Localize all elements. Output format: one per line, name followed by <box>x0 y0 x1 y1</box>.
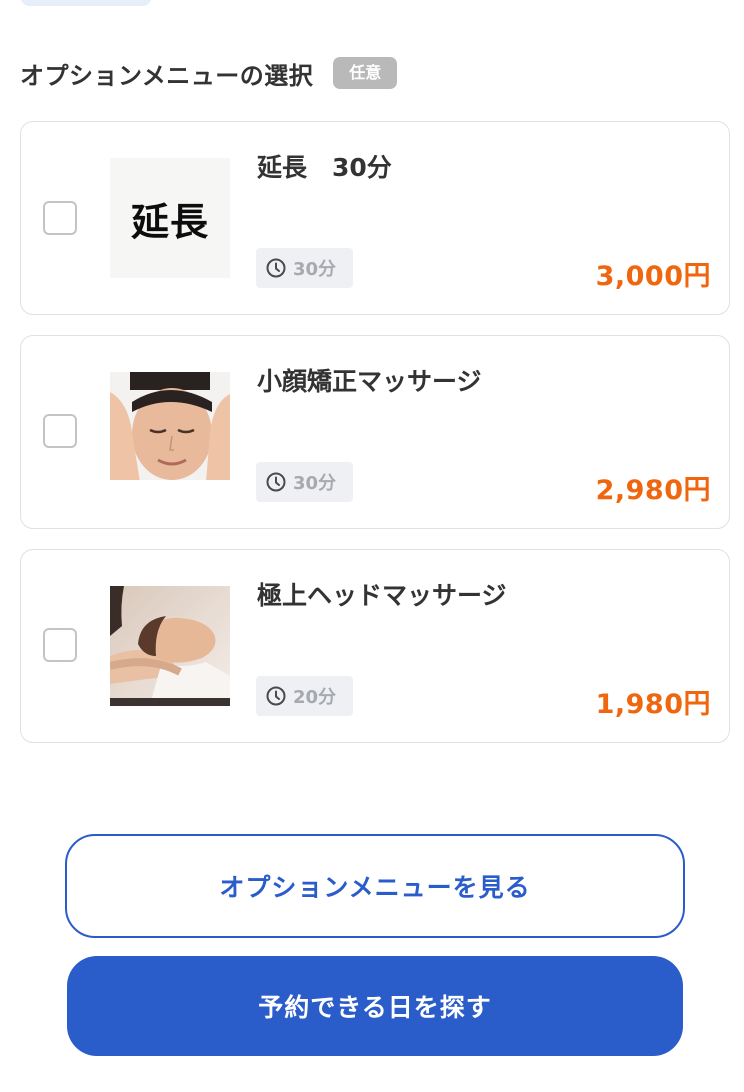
duration-tag: 30分 <box>256 462 353 502</box>
duration-text: 30分 <box>293 259 337 280</box>
face-massage-photo <box>110 372 230 492</box>
duration-text: 30分 <box>293 473 337 494</box>
option-name: 延長 30分 <box>257 153 392 182</box>
head-massage-photo <box>110 586 230 706</box>
option-checkbox[interactable] <box>43 201 77 235</box>
clock-icon <box>266 686 286 706</box>
option-thumbnail: 延長 <box>110 158 230 278</box>
duration-text: 20分 <box>293 687 337 708</box>
option-price: 3,000円 <box>595 261 711 292</box>
view-options-button[interactable]: オプションメニューを見る <box>65 834 685 938</box>
duration-tag: 30分 <box>256 248 353 288</box>
section-title: オプションメニューの選択 <box>20 61 314 90</box>
clock-icon <box>266 258 286 278</box>
option-section-header: オプションメニューの選択 任意 <box>20 56 398 90</box>
option-checkbox[interactable] <box>43 628 77 662</box>
option-price: 1,980円 <box>595 689 711 720</box>
find-available-date-button[interactable]: 予約できる日を探す <box>67 956 683 1056</box>
option-checkbox[interactable] <box>43 414 77 448</box>
option-card-head-massage[interactable]: 極上ヘッドマッサージ 20分 1,980円 <box>20 549 730 743</box>
previous-section-stub <box>20 0 152 6</box>
duration-tag: 20分 <box>256 676 353 716</box>
option-card-extension[interactable]: 延長 延長 30分 30分 3,000円 <box>20 121 730 315</box>
option-name: 極上ヘッドマッサージ <box>257 581 507 610</box>
thumbnail-text: 延長 <box>110 158 230 278</box>
clock-icon <box>266 472 286 492</box>
option-name: 小顔矯正マッサージ <box>257 367 482 396</box>
option-card-face-massage[interactable]: 小顔矯正マッサージ 30分 2,980円 <box>20 335 730 529</box>
optional-badge: 任意 <box>333 57 398 89</box>
option-price: 2,980円 <box>595 475 711 506</box>
